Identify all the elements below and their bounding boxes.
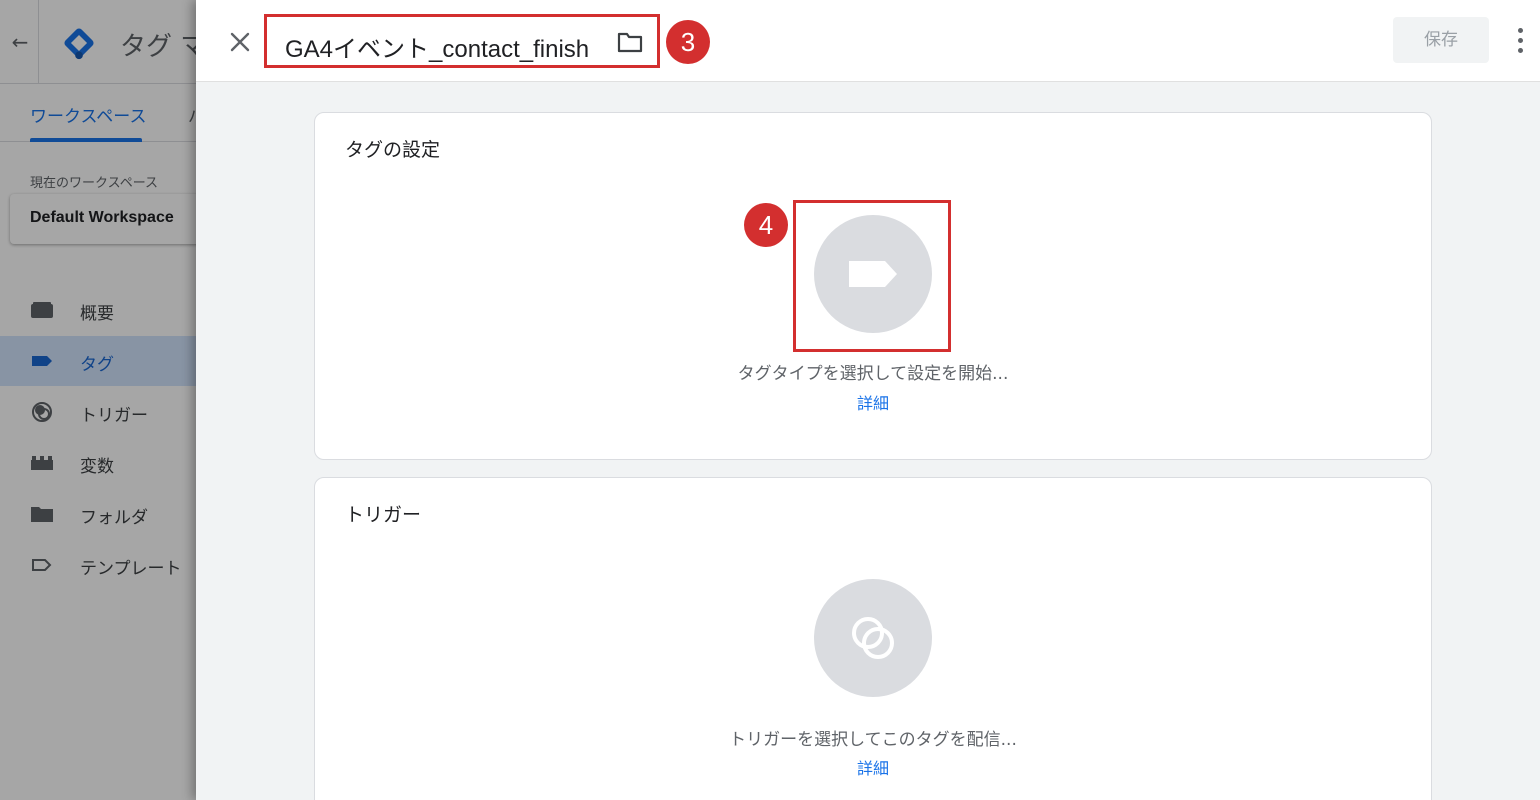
panel-header: GA4イベント_contact_finish 3 保存 [196,0,1540,82]
card-title: タグの設定 [345,139,441,161]
trigger-icon [852,617,894,659]
learn-more-link[interactable]: 詳細 [315,755,1431,779]
annotation-highlight-tag-name: GA4イベント_contact_finish [264,14,660,68]
trigger-card: トリガー トリガーを選択してこのタグを配信... 詳細 [314,477,1432,800]
tag-configuration-card: タグの設定 4 タグタイプを選択して設定を開始... 詳細 [314,112,1432,460]
folder-icon[interactable] [617,30,643,54]
close-icon[interactable] [224,26,256,58]
card-title: トリガー [345,504,422,526]
step-number-badge: 4 [744,203,788,247]
tag-editor-panel: GA4イベント_contact_finish 3 保存 タグの設定 4 タグタイ… [196,0,1540,800]
select-tag-type-button[interactable] [814,215,932,333]
trigger-placeholder: トリガーを選択してこのタグを配信... [729,730,1017,750]
learn-more-link[interactable]: 詳細 [315,390,1431,414]
more-options-icon[interactable] [1508,24,1532,58]
tag-name-field[interactable]: GA4イベント_contact_finish [285,29,589,64]
tag-icon [849,261,897,287]
save-button[interactable]: 保存 [1393,17,1489,63]
step-number-badge: 3 [666,20,710,64]
select-trigger-button[interactable] [814,579,932,697]
tag-type-placeholder: タグタイプを選択して設定を開始... [737,364,1009,384]
